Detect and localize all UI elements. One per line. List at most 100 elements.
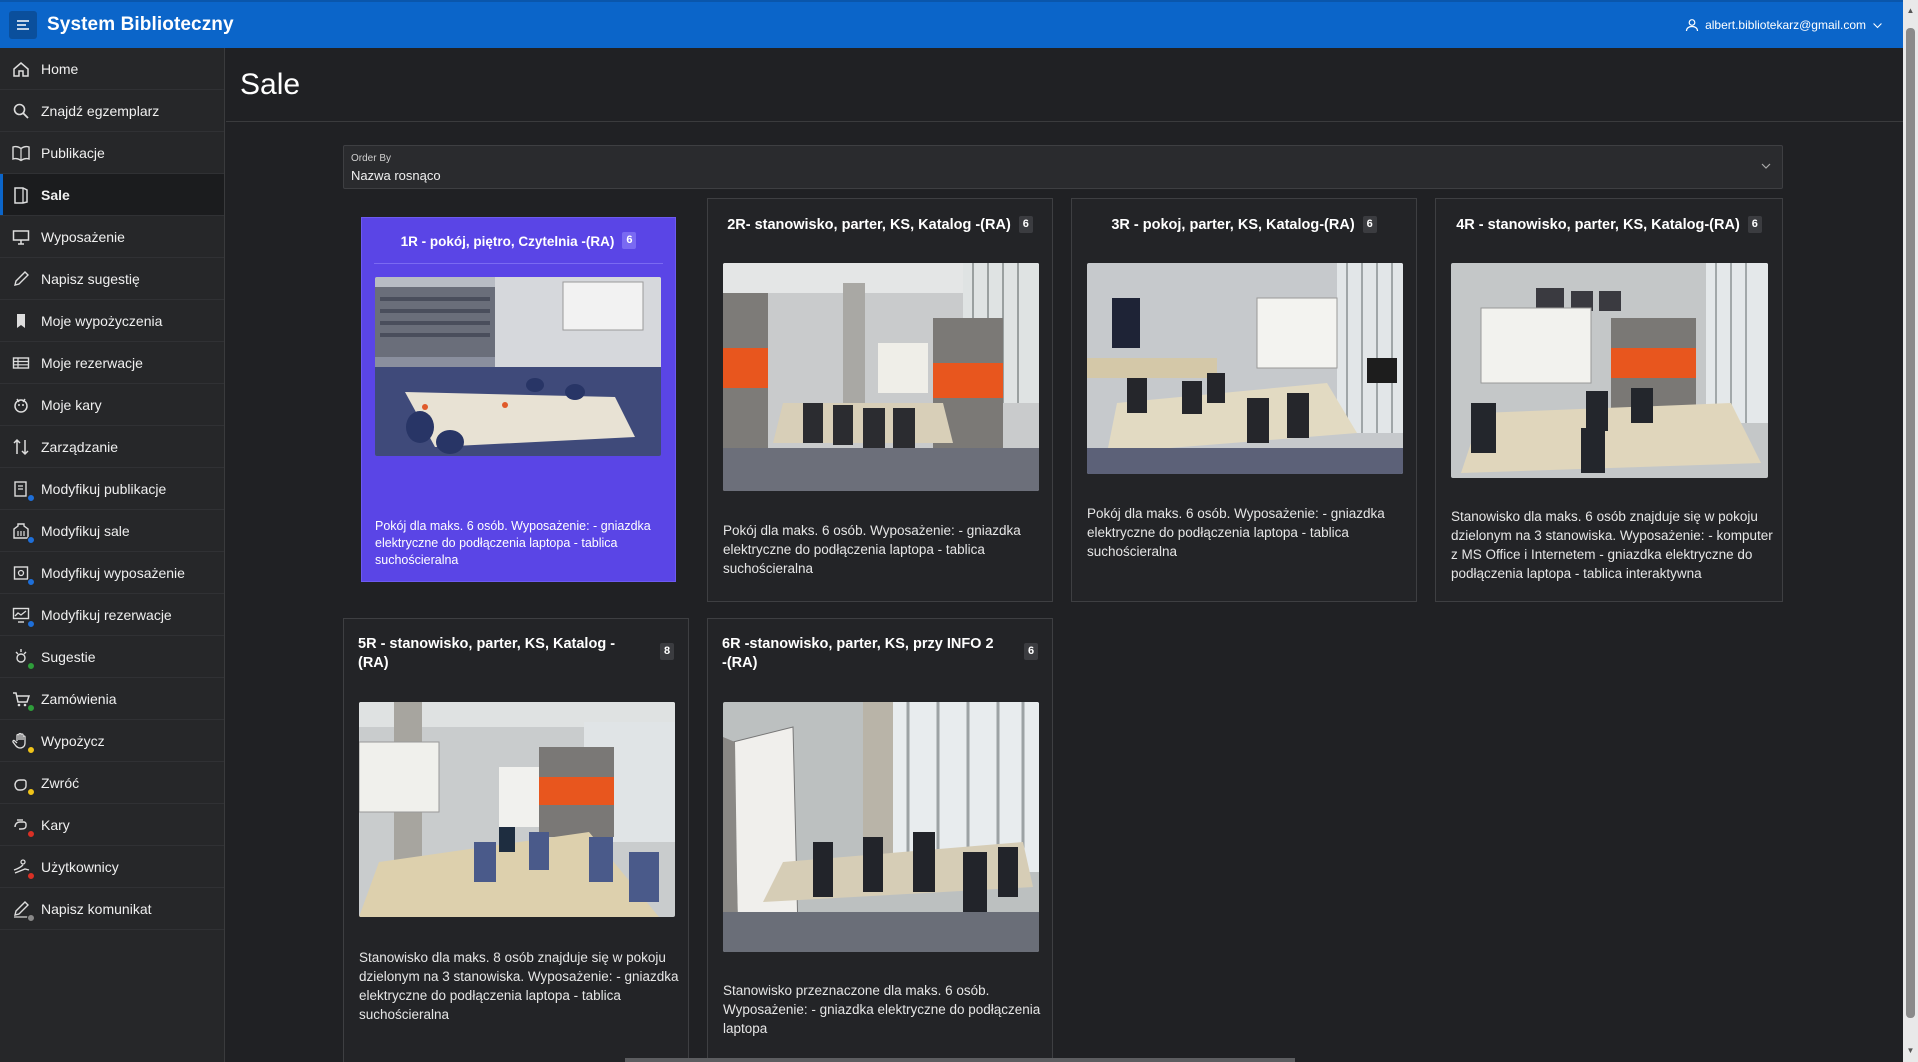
capacity-badge: 8 <box>660 643 674 660</box>
sidebar-item-label: Moje rezerwacje <box>41 354 143 371</box>
suggestions-icon <box>10 646 35 670</box>
room-card[interactable]: 2R- stanowisko, parter, KS, Katalog -(RA… <box>707 198 1053 602</box>
status-dot <box>27 619 35 628</box>
sidebar-item[interactable]: Napisz komunikat <box>0 888 224 930</box>
users-icon <box>10 856 35 880</box>
sidebar-item[interactable]: Moje rezerwacje <box>0 342 224 384</box>
home-icon <box>10 58 32 80</box>
sidebar-item-label: Publikacje <box>41 144 105 161</box>
sidebar-item[interactable]: Modyfikuj rezerwacje <box>0 594 224 636</box>
page-title: Sale <box>240 67 301 101</box>
user-email: albert.bibliotekarz@gmail.com <box>1705 18 1866 32</box>
hamburger-menu-button[interactable] <box>9 11 37 39</box>
horizontal-scroll-indicator[interactable] <box>625 1058 1295 1062</box>
sidebar-item[interactable]: Publikacje <box>0 132 224 174</box>
sidebar-item-label: Modyfikuj publikacje <box>41 480 167 497</box>
card-description: Stanowisko dla maks. 6 osób znajduje się… <box>1451 509 1773 581</box>
hand-icon <box>10 730 35 754</box>
card-title: 5R - stanowisko, parter, KS, Katalog -(R… <box>358 636 616 671</box>
status-dot <box>27 913 35 922</box>
app-title[interactable]: System Biblioteczny <box>47 14 234 36</box>
edit-book-icon <box>10 478 35 502</box>
sidebar-item[interactable]: Wyposażenie <box>0 216 224 258</box>
sort-arrows-icon <box>10 436 32 458</box>
card-description: Stanowisko dla maks. 8 osób znajduje się… <box>359 950 679 1022</box>
sidebar-item[interactable]: Modyfikuj publikacje <box>0 468 224 510</box>
card-title: 1R - pokój, piętro, Czytelnia -(RA) <box>400 234 615 249</box>
sidebar-item[interactable]: Zarządzanie <box>0 426 224 468</box>
sidebar-item[interactable]: Użytkownicy <box>0 846 224 888</box>
card-header: 1R - pokój, piętro, Czytelnia -(RA) 6 <box>362 218 675 251</box>
table-icon <box>10 352 32 374</box>
sidebar-item[interactable]: Zwróć <box>0 762 224 804</box>
status-dot <box>27 703 35 712</box>
sidebar-item-label: Zwróć <box>41 774 80 791</box>
vertical-scrollbar[interactable]: ▲ ▼ <box>1903 0 1918 1062</box>
order-by-label: Order By <box>351 153 392 164</box>
scroll-up-arrow-icon[interactable]: ▲ <box>1906 6 1915 16</box>
card-header: 3R - pokoj, parter, KS, Katalog-(RA) 6 <box>1072 199 1416 235</box>
sidebar-item-label: Modyfikuj sale <box>41 522 130 539</box>
edit-chart-icon <box>10 604 35 628</box>
sidebar-item[interactable]: Znajdź egzemplarz <box>0 90 224 132</box>
sidebar-item[interactable]: Moje kary <box>0 384 224 426</box>
sidebar-item[interactable]: Modyfikuj wyposażenie <box>0 552 224 594</box>
edit-equipment-icon <box>10 562 35 586</box>
user-menu[interactable]: albert.bibliotekarz@gmail.com <box>1685 2 1883 48</box>
capacity-badge: 6 <box>622 232 637 249</box>
sidebar-item-label: Wyposażenie <box>41 228 125 245</box>
scroll-down-arrow-icon[interactable]: ▼ <box>1906 1046 1915 1056</box>
card-description: Pokój dla maks. 6 osób. Wyposażenie: - g… <box>1087 506 1385 559</box>
sidebar-item-label: Zarządzanie <box>41 438 119 455</box>
room-card[interactable]: 1R - pokój, piętro, Czytelnia -(RA) 6 Po… <box>361 217 676 582</box>
capacity-badge: 6 <box>1024 643 1038 660</box>
menu-icon <box>17 20 29 30</box>
write-message-icon <box>10 898 35 922</box>
status-dot <box>27 787 35 796</box>
sidebar-item[interactable]: Moje wypożyczenia <box>0 300 224 342</box>
sidebar-item-label: Kary <box>41 816 70 833</box>
cart-icon <box>10 688 35 712</box>
monitor-icon <box>10 226 32 248</box>
card-header: 6R -stanowisko, parter, KS, przy INFO 2 … <box>708 619 1052 673</box>
sidebar-item-label: Home <box>41 60 79 77</box>
status-dot <box>27 535 35 544</box>
scrollbar-thumb[interactable] <box>1906 28 1915 1018</box>
sidebar-item-label: Sale <box>41 186 70 203</box>
search-icon <box>10 100 32 122</box>
sidebar-item[interactable]: Wypożycz <box>0 720 224 762</box>
room-icon <box>10 184 32 206</box>
room-card[interactable]: 6R -stanowisko, parter, KS, przy INFO 2 … <box>707 618 1053 1062</box>
penalty-icon <box>10 394 32 416</box>
order-by-select[interactable]: Order By Nazwa rosnąco <box>343 145 1783 189</box>
card-title: 6R -stanowisko, parter, KS, przy INFO 2 … <box>722 636 994 671</box>
chevron-down-icon <box>1761 163 1771 169</box>
sidebar-item[interactable]: Sale <box>0 174 224 216</box>
sidebar-item[interactable]: Zamówienia <box>0 678 224 720</box>
room-card[interactable]: 4R - stanowisko, parter, KS, Katalog-(RA… <box>1435 198 1783 602</box>
sidebar-item[interactable]: Sugestie <box>0 636 224 678</box>
order-by-value: Nazwa rosnąco <box>351 168 441 183</box>
sidebar-item[interactable]: Modyfikuj sale <box>0 510 224 552</box>
bookmark-icon <box>10 310 32 332</box>
top-header-bar: System Biblioteczny albert.bibliotekarz@… <box>0 0 1903 48</box>
room-card[interactable]: 5R - stanowisko, parter, KS, Katalog -(R… <box>343 618 689 1062</box>
sidebar-item[interactable]: Napisz sugestię <box>0 258 224 300</box>
sidebar-item[interactable]: Kary <box>0 804 224 846</box>
sidebar-item-label: Wypożycz <box>41 732 105 749</box>
edit-building-icon <box>10 520 35 544</box>
chevron-down-icon <box>1873 22 1882 28</box>
status-dot <box>27 829 35 838</box>
card-header: 2R- stanowisko, parter, KS, Katalog -(RA… <box>708 199 1052 235</box>
room-photo <box>375 277 661 456</box>
card-description: Pokój dla maks. 6 osób. Wyposażenie: - g… <box>375 519 651 567</box>
sidebar-item[interactable]: Home <box>0 48 224 90</box>
status-dot <box>27 661 35 670</box>
room-card[interactable]: 3R - pokoj, parter, KS, Katalog-(RA) 6 P… <box>1071 198 1417 602</box>
room-photo <box>723 263 1039 491</box>
status-dot <box>27 577 35 586</box>
status-dot <box>27 745 35 754</box>
sidebar-item-label: Modyfikuj rezerwacje <box>41 606 172 623</box>
sidebar-item-label: Znajdź egzemplarz <box>41 102 160 119</box>
room-photo <box>1451 263 1768 478</box>
